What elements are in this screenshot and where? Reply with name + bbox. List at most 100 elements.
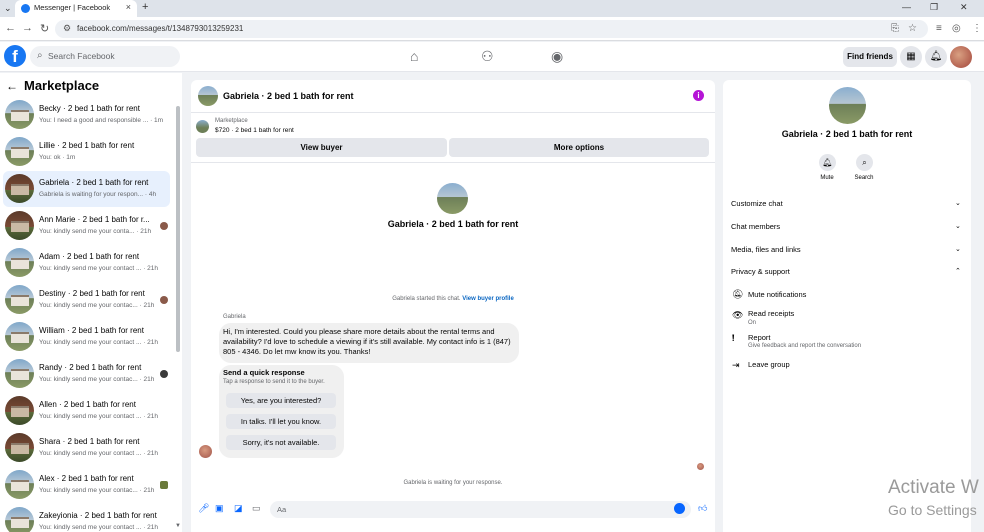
conversation-item-active[interactable]: Gabriela · 2 bed 1 bath for rent Gabriel… [3,171,170,207]
conversation-name: Shara · 2 bed 1 bath for rent [39,437,140,446]
conversation-item[interactable]: Ann Marie · 2 bed 1 bath for r... You: k… [3,208,170,244]
browser-tab[interactable]: Messenger | Facebook × [15,0,137,17]
view-buyer-profile-link[interactable]: View buyer profile [462,296,514,302]
chat-header-title[interactable]: Gabriela · 2 bed 1 bath for rent [223,91,354,101]
bookmark-star-icon[interactable]: ☆ [908,23,917,34]
conversation-preview: You: kindly send me your contact ... · 2… [39,265,159,272]
report-item[interactable]: Report [748,333,771,342]
sidebar-scrollbar[interactable] [176,106,180,352]
sticker-icon[interactable]: ◪ [234,503,243,514]
friends-icon[interactable]: ⚇ [481,48,494,65]
media-files-links-section[interactable]: Media, files and links [731,245,801,254]
chevron-down-icon[interactable]: ⌄ [955,199,961,207]
media-icon[interactable]: ≡ [936,23,942,34]
browser-tab-bar: ⌄ Messenger | Facebook × + — ❐ ✕ [0,0,984,17]
search-icon[interactable]: ⌕ [856,154,873,171]
conversation-item[interactable]: Destiny · 2 bed 1 bath for rent You: kin… [3,282,170,318]
find-friends-button[interactable]: Find friends [843,47,897,67]
quick-response-subtitle: Tap a response to send it to the buyer. [223,379,325,385]
privacy-support-section[interactable]: Privacy & support [731,267,790,276]
message-placeholder: Aa [277,505,287,514]
message-composer: 🎤︎ ▣ ◪ ▭ Aa 👍︎ [191,500,715,520]
listing-thumbnail[interactable] [196,120,209,133]
quick-response-title: Send a quick response [223,368,305,377]
url-field[interactable]: ⚙ facebook.com/messages/t/13487930132592… [55,20,928,38]
quick-reply-button[interactable]: Yes, are you interested? [226,393,336,408]
scroll-down-arrow-icon[interactable]: ▼ [175,523,181,529]
window-close-icon[interactable]: ✕ [960,2,968,13]
conversation-item[interactable]: William · 2 bed 1 bath for rent You: kin… [3,319,170,355]
site-info-icon[interactable]: ⚙ [63,23,71,34]
facebook-search-input[interactable]: ⌕ Search Facebook [30,46,180,67]
mute-bell-icon[interactable]: 🔔︎ [819,154,836,171]
conversation-avatar [5,507,34,532]
chevron-down-icon[interactable]: ⌄ [955,245,961,253]
listing-price-title[interactable]: $720 · 2 bed 1 bath for rent [215,127,294,134]
read-receipts-item[interactable]: Read receipts [748,309,794,318]
conversation-item[interactable]: Becky · 2 bed 1 bath for rent You: I nee… [3,97,170,133]
url-text: facebook.com/messages/t/1348793013259231 [77,24,244,33]
read-receipts-status: On [748,320,757,326]
message-sender: Gabriela [223,314,246,320]
quick-reply-button[interactable]: In talks. I'll let you know. [226,414,336,429]
account-avatar[interactable] [950,46,972,68]
chevron-down-icon[interactable]: ⌄ [955,222,961,230]
info-icon[interactable]: i [693,90,704,101]
conversation-preview: You: kindly send me your contac... · 21h [39,487,155,494]
quick-response-card: Send a quick response Tap a response to … [219,365,344,458]
browser-menu-icon[interactable]: ⋮ [972,23,982,34]
reload-icon[interactable]: ↻ [40,22,49,35]
home-icon[interactable]: ⌂ [410,48,418,64]
address-bar: ← → ↻ ⚙ facebook.com/messages/t/13487930… [0,17,984,41]
buyer-avatar[interactable] [437,183,468,214]
conversation-item[interactable]: Randy · 2 bed 1 bath for rent You: kindl… [3,356,170,392]
new-tab-icon[interactable]: + [142,1,148,13]
forward-arrow-icon[interactable]: → [22,22,33,34]
microphone-icon[interactable]: 🎤︎ [198,503,209,514]
facebook-logo-icon[interactable]: f [4,45,26,67]
more-options-button[interactable]: More options [449,138,709,157]
install-icon[interactable]: ⎘ [891,23,899,34]
minimize-icon[interactable]: — [902,2,911,12]
quick-reply-button[interactable]: Sorry, it's not available. [226,435,336,450]
view-buyer-button[interactable]: View buyer [196,138,447,157]
conversation-item[interactable]: Lillie · 2 bed 1 bath for rent You: ok ·… [3,134,170,170]
message-bubble[interactable]: Hi, I'm interested. Could you please sha… [219,323,519,363]
tab-close-icon[interactable]: × [126,2,131,12]
details-title: Gabriela · 2 bed 1 bath for rent [781,129,913,139]
details-avatar[interactable] [829,87,866,124]
back-arrow-icon[interactable]: ← [6,79,18,93]
customize-chat-section[interactable]: Customize chat [731,199,783,208]
groups-icon[interactable]: ◉ [551,48,563,65]
conversation-item[interactable]: Adam · 2 bed 1 bath for rent You: kindly… [3,245,170,281]
divider [191,162,715,163]
divider [191,112,715,113]
thumbs-up-icon[interactable]: 👍︎ [698,503,707,514]
leave-group-item[interactable]: Leave group [748,360,790,369]
chat-members-section[interactable]: Chat members [731,222,780,231]
chevron-up-icon[interactable]: ⌃ [955,267,961,275]
emoji-icon[interactable] [674,503,685,514]
back-arrow-icon[interactable]: ← [5,22,16,34]
notifications-bell-icon[interactable]: 🔔︎ [925,46,947,68]
restore-icon[interactable]: ❐ [930,2,938,13]
marketplace-label: Marketplace [215,118,248,124]
gif-icon[interactable]: ▭ [252,503,261,514]
conversation-avatar [5,433,34,462]
conversation-item[interactable]: Alex · 2 bed 1 bath for rent You: kindly… [3,467,170,503]
search-label: Search [854,175,874,181]
mute-notifications-item[interactable]: Mute notifications [748,290,806,299]
menu-grid-icon[interactable]: ▦ [900,46,922,68]
chat-header-avatar[interactable] [198,86,218,106]
conversation-avatar [5,211,34,240]
message-input[interactable]: Aa [270,501,691,518]
conversation-avatar [5,174,34,203]
photo-icon[interactable]: ▣ [215,503,224,514]
conversation-preview: You: ok · 1m [39,154,76,161]
profile-icon[interactable]: ◎ [952,23,961,34]
tab-search-icon[interactable]: ⌄ [4,3,12,14]
chat-started-notice: Gabriela started this chat. View buyer p… [392,296,514,302]
conversation-item[interactable]: Allen · 2 bed 1 bath for rent You: kindl… [3,393,170,429]
conversation-item[interactable]: Shara · 2 bed 1 bath for rent You: kindl… [3,430,170,466]
conversation-item[interactable]: Zakeyionia · 2 bed 1 bath for rent You: … [3,504,170,532]
